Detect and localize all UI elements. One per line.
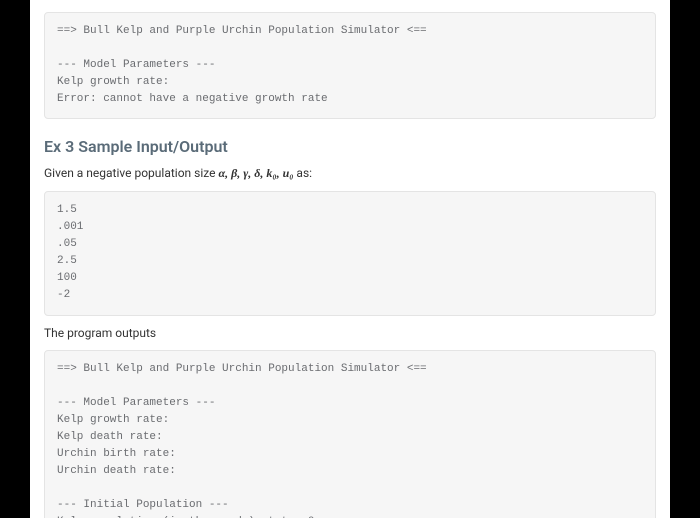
code-line: 100: [57, 272, 77, 284]
intro-paragraph: Given a negative population size α, β, γ…: [44, 166, 656, 181]
code-line: Error: cannot have a negative growth rat…: [57, 93, 328, 105]
code-block-program-output: ==> Bull Kelp and Purple Urchin Populati…: [44, 350, 656, 518]
code-line: 2.5: [57, 255, 77, 267]
code-line: .001: [57, 221, 83, 233]
code-block-error-example: ==> Bull Kelp and Purple Urchin Populati…: [44, 12, 656, 119]
code-block-input-values: 1.5 .001 .05 2.5 100 -2: [44, 191, 656, 315]
code-line: Kelp growth rate:: [57, 414, 169, 426]
document-page: ==> Bull Kelp and Purple Urchin Populati…: [30, 0, 670, 518]
code-line: --- Model Parameters ---: [57, 397, 215, 409]
code-line: --- Model Parameters ---: [57, 59, 215, 71]
code-line: .05: [57, 238, 77, 250]
code-line: 1.5: [57, 204, 77, 216]
code-line: --- Initial Population ---: [57, 499, 229, 511]
code-line: Kelp growth rate:: [57, 76, 169, 88]
intro-text-suffix: as:: [293, 166, 312, 180]
code-line: Kelp death rate:: [57, 431, 163, 443]
code-line: Urchin death rate:: [57, 465, 176, 477]
intro-text: Given a negative population size: [44, 166, 218, 180]
code-line: Urchin birth rate:: [57, 448, 176, 460]
code-line: -2: [57, 289, 70, 301]
intro-math-symbols: α, β, γ, δ, k₀, u₀: [218, 166, 293, 180]
section-heading: Ex 3 Sample Input/Output: [44, 137, 656, 156]
code-line: ==> Bull Kelp and Purple Urchin Populati…: [57, 25, 427, 37]
code-line: ==> Bull Kelp and Purple Urchin Populati…: [57, 363, 427, 375]
outputs-label: The program outputs: [44, 326, 656, 340]
